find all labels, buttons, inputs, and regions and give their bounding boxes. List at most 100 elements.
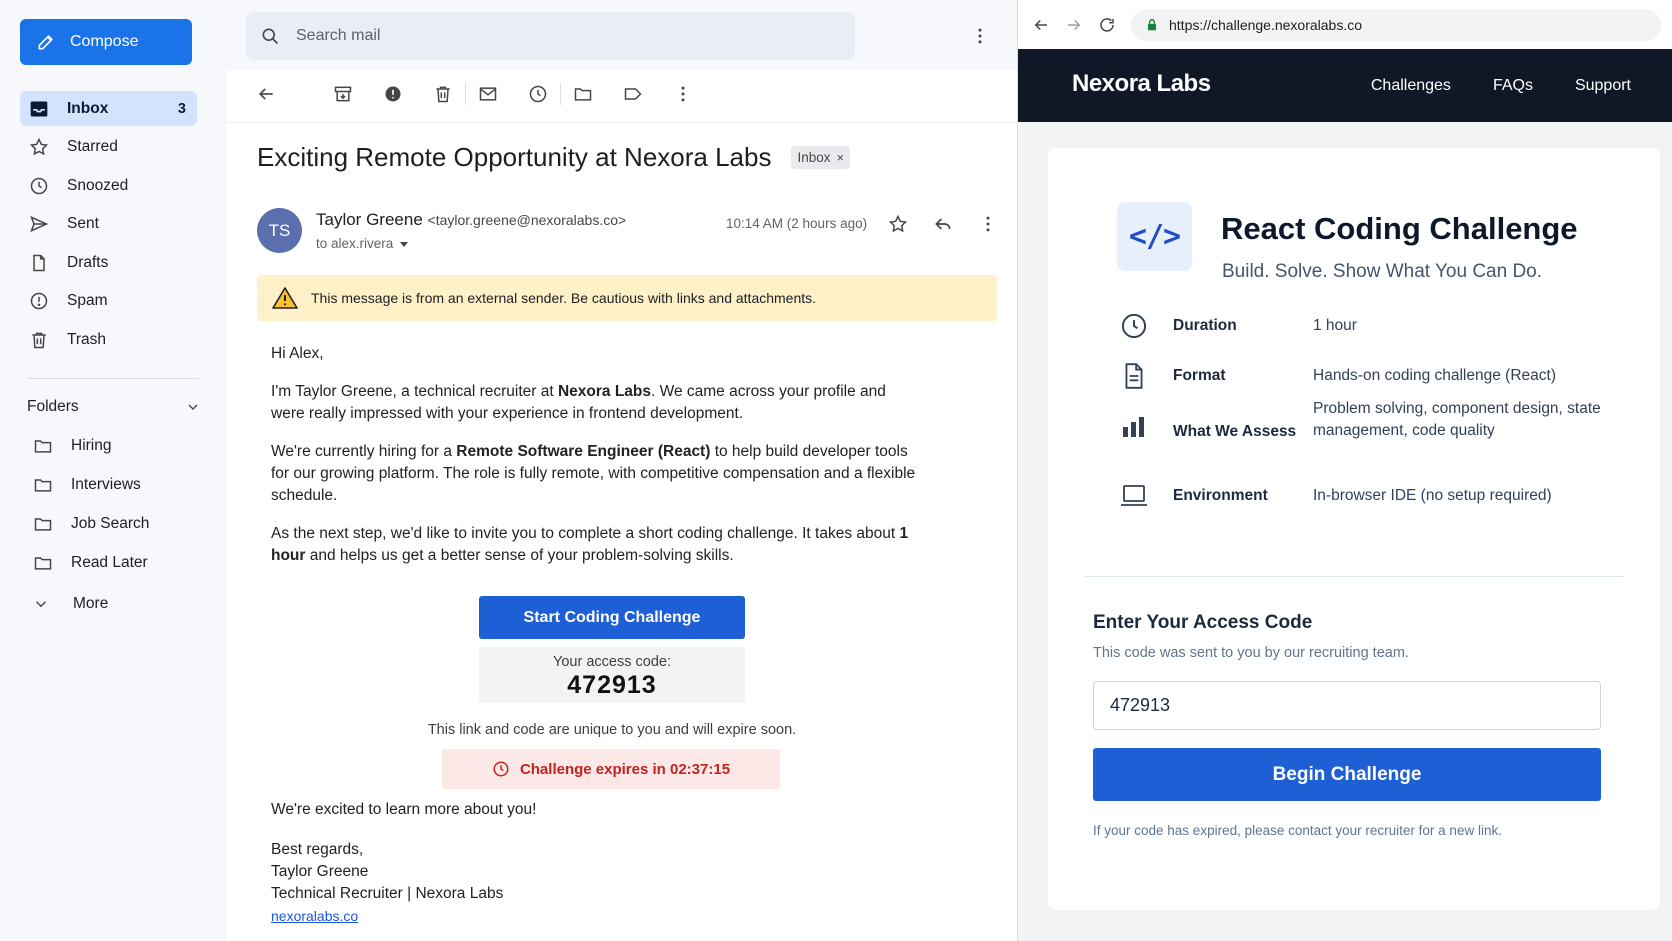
detail-format: Format Hands-on coding challenge (React) [1118,360,1556,392]
warning-icon [272,287,298,309]
compose-button[interactable]: Compose [20,19,192,65]
back-arrow-icon[interactable] [254,82,278,106]
nav-item-sent[interactable]: Sent [20,207,197,242]
mail-nav: Inbox 3 Starred Snoozed Sent Drafts Spam… [20,91,197,361]
report-spam-icon[interactable] [381,82,405,106]
folder-label: Read Later [71,553,148,571]
folder-item-hiring[interactable]: Hiring [24,428,201,463]
mail-reader: Exciting Remote Opportunity at Nexora La… [226,0,1017,941]
clock-icon [1118,312,1150,340]
expired-code-note: If your code has expired, please contact… [1093,823,1502,838]
label-icon[interactable] [621,82,645,106]
paragraph-next-step: As the next step, we'd like to invite yo… [271,523,921,567]
message-actions [886,212,1021,236]
laptop-icon [1118,483,1150,509]
nav-label: Trash [67,330,107,348]
code-brackets-glyph: </> [1128,219,1181,254]
search-input[interactable] [296,27,796,45]
move-to-folder-icon[interactable] [571,82,595,106]
snooze-icon[interactable] [526,82,550,106]
mail-sidebar: Compose Inbox 3 Starred Snoozed Sent Dra… [0,0,226,941]
nav-item-spam[interactable]: Spam [20,284,197,319]
more-vertical-icon[interactable] [976,212,1000,236]
url-text: https://challenge.nexoralabs.co [1169,17,1363,33]
toolbar-separator [560,83,561,105]
folder-icon [32,435,54,457]
chevron-down-icon[interactable] [185,399,201,415]
chevron-down-icon [30,593,52,615]
caret-down-icon[interactable] [399,239,409,249]
nav-item-inbox[interactable]: Inbox 3 [20,91,197,126]
start-challenge-button[interactable]: Start Coding Challenge [479,596,745,639]
avatar[interactable]: TS [257,208,302,253]
nav-label: Drafts [67,253,109,271]
signature-link[interactable]: nexoralabs.co [271,908,358,924]
inbox-icon [28,98,50,120]
folder-item-read-later[interactable]: Read Later [24,545,201,580]
site-header: Nexora Labs Challenges FAQs Support [1018,49,1672,122]
access-code-value: 472913 [567,671,657,699]
nav-label: Spam [67,292,108,309]
detail-value: 1 hour [1313,317,1357,334]
more-options-icon[interactable] [968,24,992,48]
nav-item-starred[interactable]: Starred [20,130,197,165]
detail-value: Hands-on coding challenge (React) [1313,367,1556,384]
delete-icon[interactable] [431,82,455,106]
text-run: I'm Taylor Greene, a technical recruiter… [271,383,558,400]
archive-icon[interactable] [331,82,355,106]
site-logo[interactable]: Nexora Labs [1072,70,1211,98]
email-subject: Exciting Remote Opportunity at Nexora La… [257,142,772,172]
begin-challenge-button[interactable]: Begin Challenge [1093,748,1601,801]
inbox-label-chip[interactable]: Inbox × [791,146,851,169]
lock-icon [1147,19,1157,31]
address-bar[interactable]: https://challenge.nexoralabs.co [1131,9,1661,41]
signature: Best regards, Taylor Greene Technical Re… [271,839,503,928]
close-icon[interactable]: × [837,150,845,165]
detail-label: Environment [1173,487,1268,504]
site-nav: Challenges FAQs Support [1329,77,1631,95]
send-icon [28,213,50,235]
folder-item-job-search[interactable]: Job Search [24,506,201,541]
mark-unread-icon[interactable] [476,82,500,106]
search-bar[interactable] [246,12,855,60]
more-vertical-icon[interactable] [671,82,695,106]
spam-icon [28,290,50,312]
clock-icon [493,761,509,777]
access-code-label: Your access code: [553,654,671,670]
signature-title: Technical Recruiter | Nexora Labs [271,885,504,902]
draft-icon [28,252,50,274]
recipient-text: to alex.rivera [316,236,394,251]
back-arrow-icon[interactable] [1031,15,1051,35]
site-nav-faqs[interactable]: FAQs [1493,77,1533,95]
warning-text: This message is from an external sender.… [311,290,817,306]
site-nav-challenges[interactable]: Challenges [1371,77,1451,95]
folders-header[interactable]: Folders [27,398,201,416]
nav-item-snoozed[interactable]: Snoozed [20,168,197,203]
recipient-line[interactable]: to alex.rivera [316,236,409,251]
nav-label: Inbox [67,99,109,117]
detail-assessment: What We Assess Problem solving, componen… [1118,400,1601,454]
nav-label: Snoozed [67,176,129,194]
folder-label: Interviews [71,475,141,493]
sender-name[interactable]: Taylor Greene [316,210,423,229]
detail-value: In-browser IDE (no setup required) [1313,487,1552,504]
star-icon[interactable] [886,212,910,236]
forward-arrow-icon[interactable] [1064,15,1084,35]
reload-icon[interactable] [1097,15,1117,35]
folder-icon [32,552,54,574]
folder-item-interviews[interactable]: Interviews [24,467,201,502]
more-toggle[interactable]: More [24,586,108,621]
detail-duration: Duration 1 hour [1118,310,1357,342]
expiry-banner: Challenge expires in 02:37:15 [442,749,780,789]
text-run: We're currently hiring for a [271,443,457,460]
challenge-title: React Coding Challenge [1221,211,1578,246]
site-nav-support[interactable]: Support [1575,77,1631,95]
reply-icon[interactable] [931,212,955,236]
browser-nav-buttons [1031,15,1130,35]
access-code-input[interactable] [1093,681,1601,730]
nav-item-trash[interactable]: Trash [20,322,197,357]
search-icon[interactable] [260,26,280,46]
detail-label: Format [1173,367,1226,384]
access-code-title: Enter Your Access Code [1093,612,1313,633]
nav-item-drafts[interactable]: Drafts [20,245,197,280]
